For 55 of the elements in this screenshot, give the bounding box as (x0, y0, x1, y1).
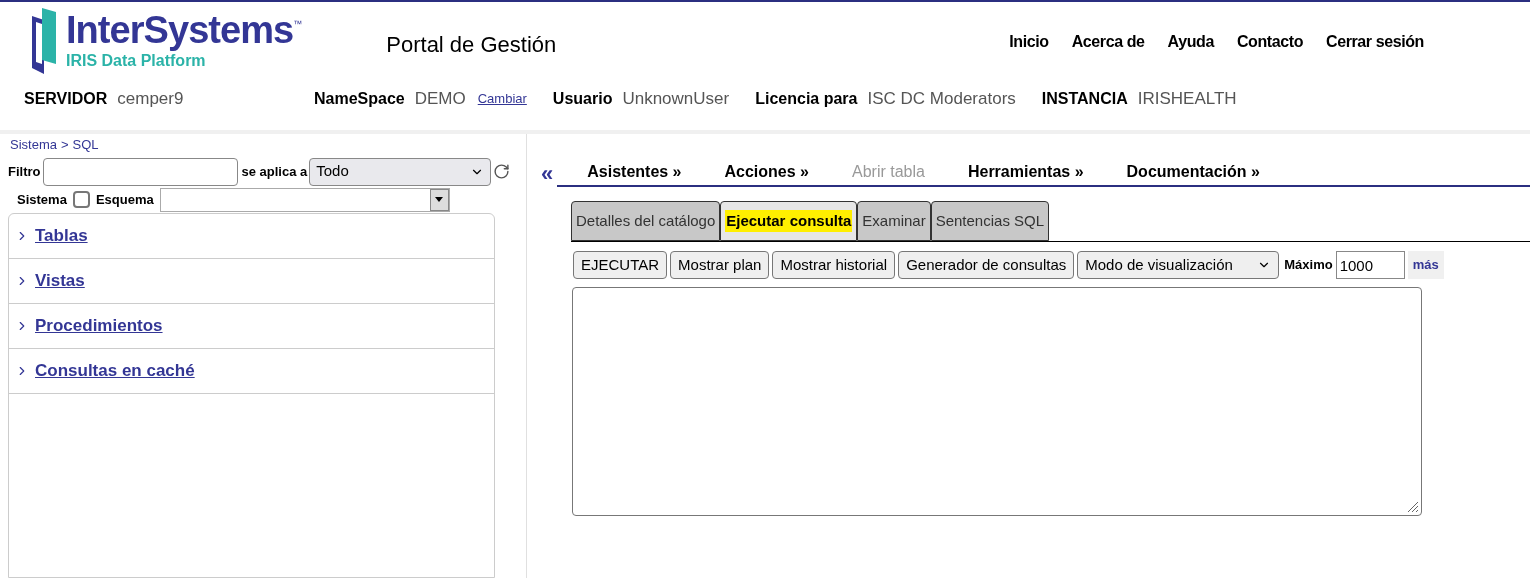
nav-link[interactable]: Acerca de (1071, 30, 1145, 54)
tree-link[interactable]: Procedimientos (35, 312, 163, 339)
info-label: NameSpace (314, 88, 405, 109)
info-value: ISC DC Moderators (867, 88, 1016, 110)
menu-item[interactable]: Asistentes » (587, 160, 682, 184)
applies-select[interactable]: Todo (309, 157, 492, 186)
menu-item[interactable]: Acciones » (724, 160, 809, 184)
schema-label: Esquema (95, 190, 154, 209)
nav-link[interactable]: Ayuda (1167, 30, 1214, 54)
menu-item[interactable]: Documentación » (1126, 160, 1260, 184)
product-name: IRIS Data Platform (66, 52, 207, 70)
tab[interactable]: Examinar (857, 201, 931, 241)
collapse-button[interactable]: « (541, 163, 554, 185)
tab[interactable]: Ejecutar consulta (720, 201, 858, 241)
menu-item[interactable]: Herramientas » (967, 160, 1084, 184)
filter-label: Filtro (8, 162, 41, 181)
tree-link[interactable]: Consultas en caché (35, 357, 195, 384)
nav-link[interactable]: Contacto (1236, 30, 1304, 54)
breadcrumb-link[interactable]: SQL (72, 135, 99, 155)
filter-field[interactable] (42, 157, 238, 186)
system-label: Sistema (17, 190, 67, 209)
tab[interactable]: Detalles del catálogo (571, 201, 721, 241)
trademark: ™ (293, 18, 303, 31)
toolbar-button[interactable]: Generador de consultas (898, 251, 1075, 279)
more-link[interactable]: más (1407, 251, 1444, 279)
applies-label: se aplica a (241, 162, 308, 181)
info-label: Licencia para (755, 88, 858, 109)
info-value: DEMO (414, 88, 466, 110)
logo-icon (32, 8, 56, 74)
tree-link[interactable]: Tablas (35, 222, 88, 249)
toolbar-button[interactable]: Mostrar plan (670, 251, 770, 279)
system-checkbox[interactable] (72, 191, 90, 208)
refresh-icon[interactable] (493, 163, 511, 180)
brand-name: InterSystems (66, 8, 294, 52)
info-value: IRISHEALTH (1137, 88, 1237, 110)
display-mode-select[interactable]: Modo de visualización (1077, 251, 1280, 279)
tree-link[interactable]: Vistas (35, 267, 85, 294)
max-field[interactable]: 1000 (1335, 251, 1405, 279)
change-link[interactable]: Cambiar (477, 89, 527, 109)
info-label: INSTANCIA (1041, 88, 1128, 109)
info-value: cemper9 (117, 88, 184, 110)
resize-grip-icon[interactable] (1407, 501, 1419, 513)
nav-link[interactable]: Inicio (1009, 30, 1049, 54)
max-label: Máximo (1284, 256, 1333, 275)
info-value: UnknownUser (622, 88, 730, 110)
toolbar-button[interactable]: EJECUTAR (573, 251, 668, 279)
info-label: SERVIDOR (24, 88, 108, 109)
dropdown-arrow-icon (435, 197, 444, 202)
tab[interactable]: Sentencias SQL (930, 201, 1050, 241)
breadcrumb-link[interactable]: Sistema (10, 135, 57, 155)
nav-link[interactable]: Cerrar sesión (1326, 30, 1424, 54)
portal-title: Portal de Gestión (386, 31, 557, 59)
info-label: Usuario (552, 88, 613, 109)
breadcrumb-separator: > (60, 136, 69, 154)
toolbar-button[interactable]: Mostrar historial (772, 251, 896, 279)
